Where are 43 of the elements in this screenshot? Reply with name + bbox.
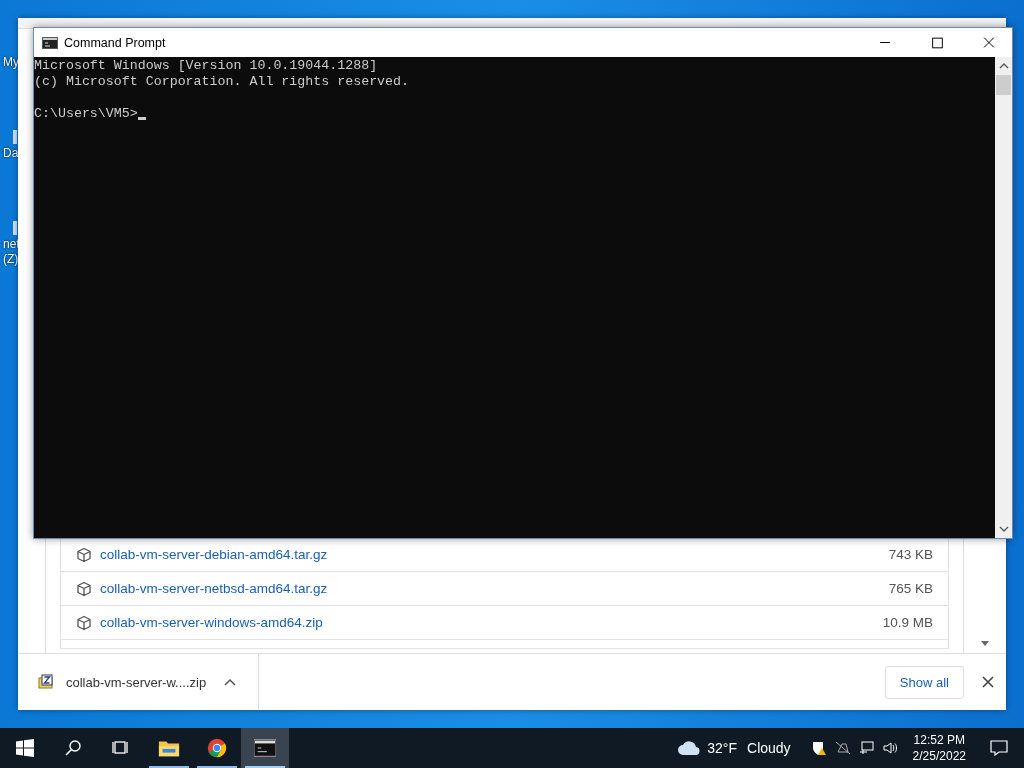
clock-date[interactable]: 2/25/2022 — [912, 748, 966, 764]
weather-temperature[interactable]: 32°F — [707, 740, 737, 756]
cloud-icon[interactable] — [677, 740, 702, 756]
file-size: 765 KB — [888, 581, 933, 596]
start-icon[interactable] — [16, 739, 34, 757]
scroll-down-icon[interactable] — [981, 641, 989, 647]
scroll-up-icon[interactable] — [998, 63, 1009, 69]
scrollbar-thumb[interactable] — [996, 75, 1011, 95]
browser-logo-icon[interactable] — [206, 738, 228, 758]
clock-time[interactable]: 12:52 PM — [913, 732, 965, 748]
console-output-line: (c) Microsoft Corporation. All rights reserved. — [34, 74, 410, 90]
text-cursor — [137, 117, 146, 120]
console-icon[interactable] — [254, 738, 276, 758]
desktop-icon-label[interactable]: Da — [3, 146, 19, 161]
shield-warning-icon[interactable] — [810, 740, 827, 756]
package-icon — [76, 580, 92, 597]
network-disconnected-icon[interactable] — [834, 740, 851, 756]
volume-icon[interactable] — [882, 740, 899, 756]
window-title: Command Prompt — [64, 35, 166, 50]
file-size: 10.9 MB — [882, 615, 933, 630]
file-link[interactable]: collab-vm-server-debian-amd64.tar.gz — [100, 547, 881, 562]
search-icon[interactable] — [64, 739, 82, 757]
package-icon — [76, 546, 92, 563]
notifications-icon[interactable] — [990, 739, 1008, 757]
task-view-icon[interactable] — [112, 739, 130, 757]
scroll-down-icon[interactable] — [998, 526, 1009, 532]
file-link[interactable]: collab-vm-server-windows-amd64.zip — [100, 615, 875, 630]
download-filename[interactable]: collab-vm-server-w....zip — [66, 674, 207, 690]
command-prompt-text[interactable]: C:\Users\VM5> — [34, 106, 138, 122]
desktop-icon-label[interactable]: (Z) — [3, 252, 19, 267]
console-app-button[interactable] — [241, 728, 289, 768]
file-link[interactable]: collab-vm-server-netbsd-amd64.tar.gz — [100, 581, 881, 596]
show-all-button[interactable]: Show all — [884, 665, 964, 699]
network-icon[interactable] — [858, 740, 875, 756]
close-icon[interactable] — [982, 676, 994, 688]
zip-file-icon — [38, 674, 54, 690]
console-icon — [42, 36, 58, 49]
desktop-icon-label[interactable]: My — [3, 55, 19, 70]
file-size: 743 KB — [888, 547, 933, 562]
chevron-up-icon[interactable] — [224, 678, 237, 686]
package-icon — [76, 614, 92, 631]
weather-condition[interactable]: Cloudy — [747, 740, 791, 756]
console-output-line: Microsoft Windows [Version 10.0.19044.1288] — [34, 58, 378, 74]
